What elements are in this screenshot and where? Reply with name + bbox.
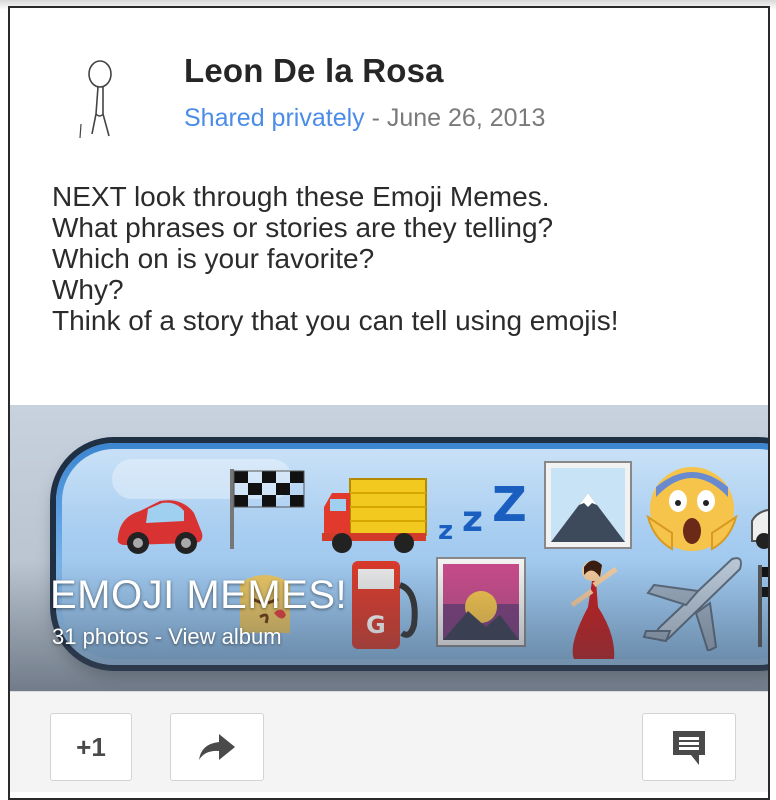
- share-arrow-icon: [199, 734, 235, 760]
- post-line: NEXT look through these Emoji Memes.: [52, 181, 550, 212]
- album-info: 31 photos - View album: [52, 624, 282, 650]
- svg-text:z: z: [462, 499, 483, 540]
- post-line: What phrases or stories are they telling…: [52, 212, 554, 243]
- album-title[interactable]: EMOJI MEMES!: [50, 573, 347, 618]
- plus-one-button[interactable]: +1: [50, 713, 132, 781]
- svg-text:Z: Z: [492, 477, 527, 533]
- comment-icon: [673, 731, 705, 765]
- photo-count: 31 photos: [52, 624, 149, 649]
- delivery-truck-icon: [322, 478, 427, 553]
- post-line: Why?: [52, 274, 124, 305]
- car-partial-icon: [751, 508, 768, 549]
- action-bar: +1: [10, 691, 768, 792]
- post-body: NEXT look through these Emoji Memes. Wha…: [52, 181, 752, 336]
- checkered-flag-icon: [230, 469, 305, 549]
- author-name[interactable]: Leon De la Rosa: [184, 52, 444, 90]
- avatar[interactable]: [76, 54, 124, 144]
- post-date[interactable]: June 26, 2013: [387, 104, 545, 132]
- post-card: Leon De la Rosa Shared privately - June …: [8, 6, 770, 800]
- album-preview[interactable]: z z Z EMOJI MEMES! 31 photos - View albu…: [10, 405, 768, 691]
- zzz-icon: z z Z: [438, 477, 527, 546]
- comment-button[interactable]: [642, 713, 736, 781]
- post-line: Think of a story that you can tell using…: [52, 305, 619, 336]
- view-album-link[interactable]: View album: [168, 624, 281, 649]
- post-line: Which on is your favorite?: [52, 243, 375, 274]
- screaming-face-icon: [646, 467, 738, 551]
- mount-fuji-icon: [544, 461, 632, 549]
- meta-separator: -: [364, 104, 387, 132]
- visibility-link[interactable]: Shared privately: [184, 104, 365, 132]
- album-info-separator: -: [148, 624, 169, 649]
- svg-text:z: z: [438, 516, 453, 546]
- share-button[interactable]: [170, 713, 264, 781]
- red-car-icon: [117, 500, 203, 554]
- post-meta: Shared privately - June 26, 2013: [184, 104, 545, 133]
